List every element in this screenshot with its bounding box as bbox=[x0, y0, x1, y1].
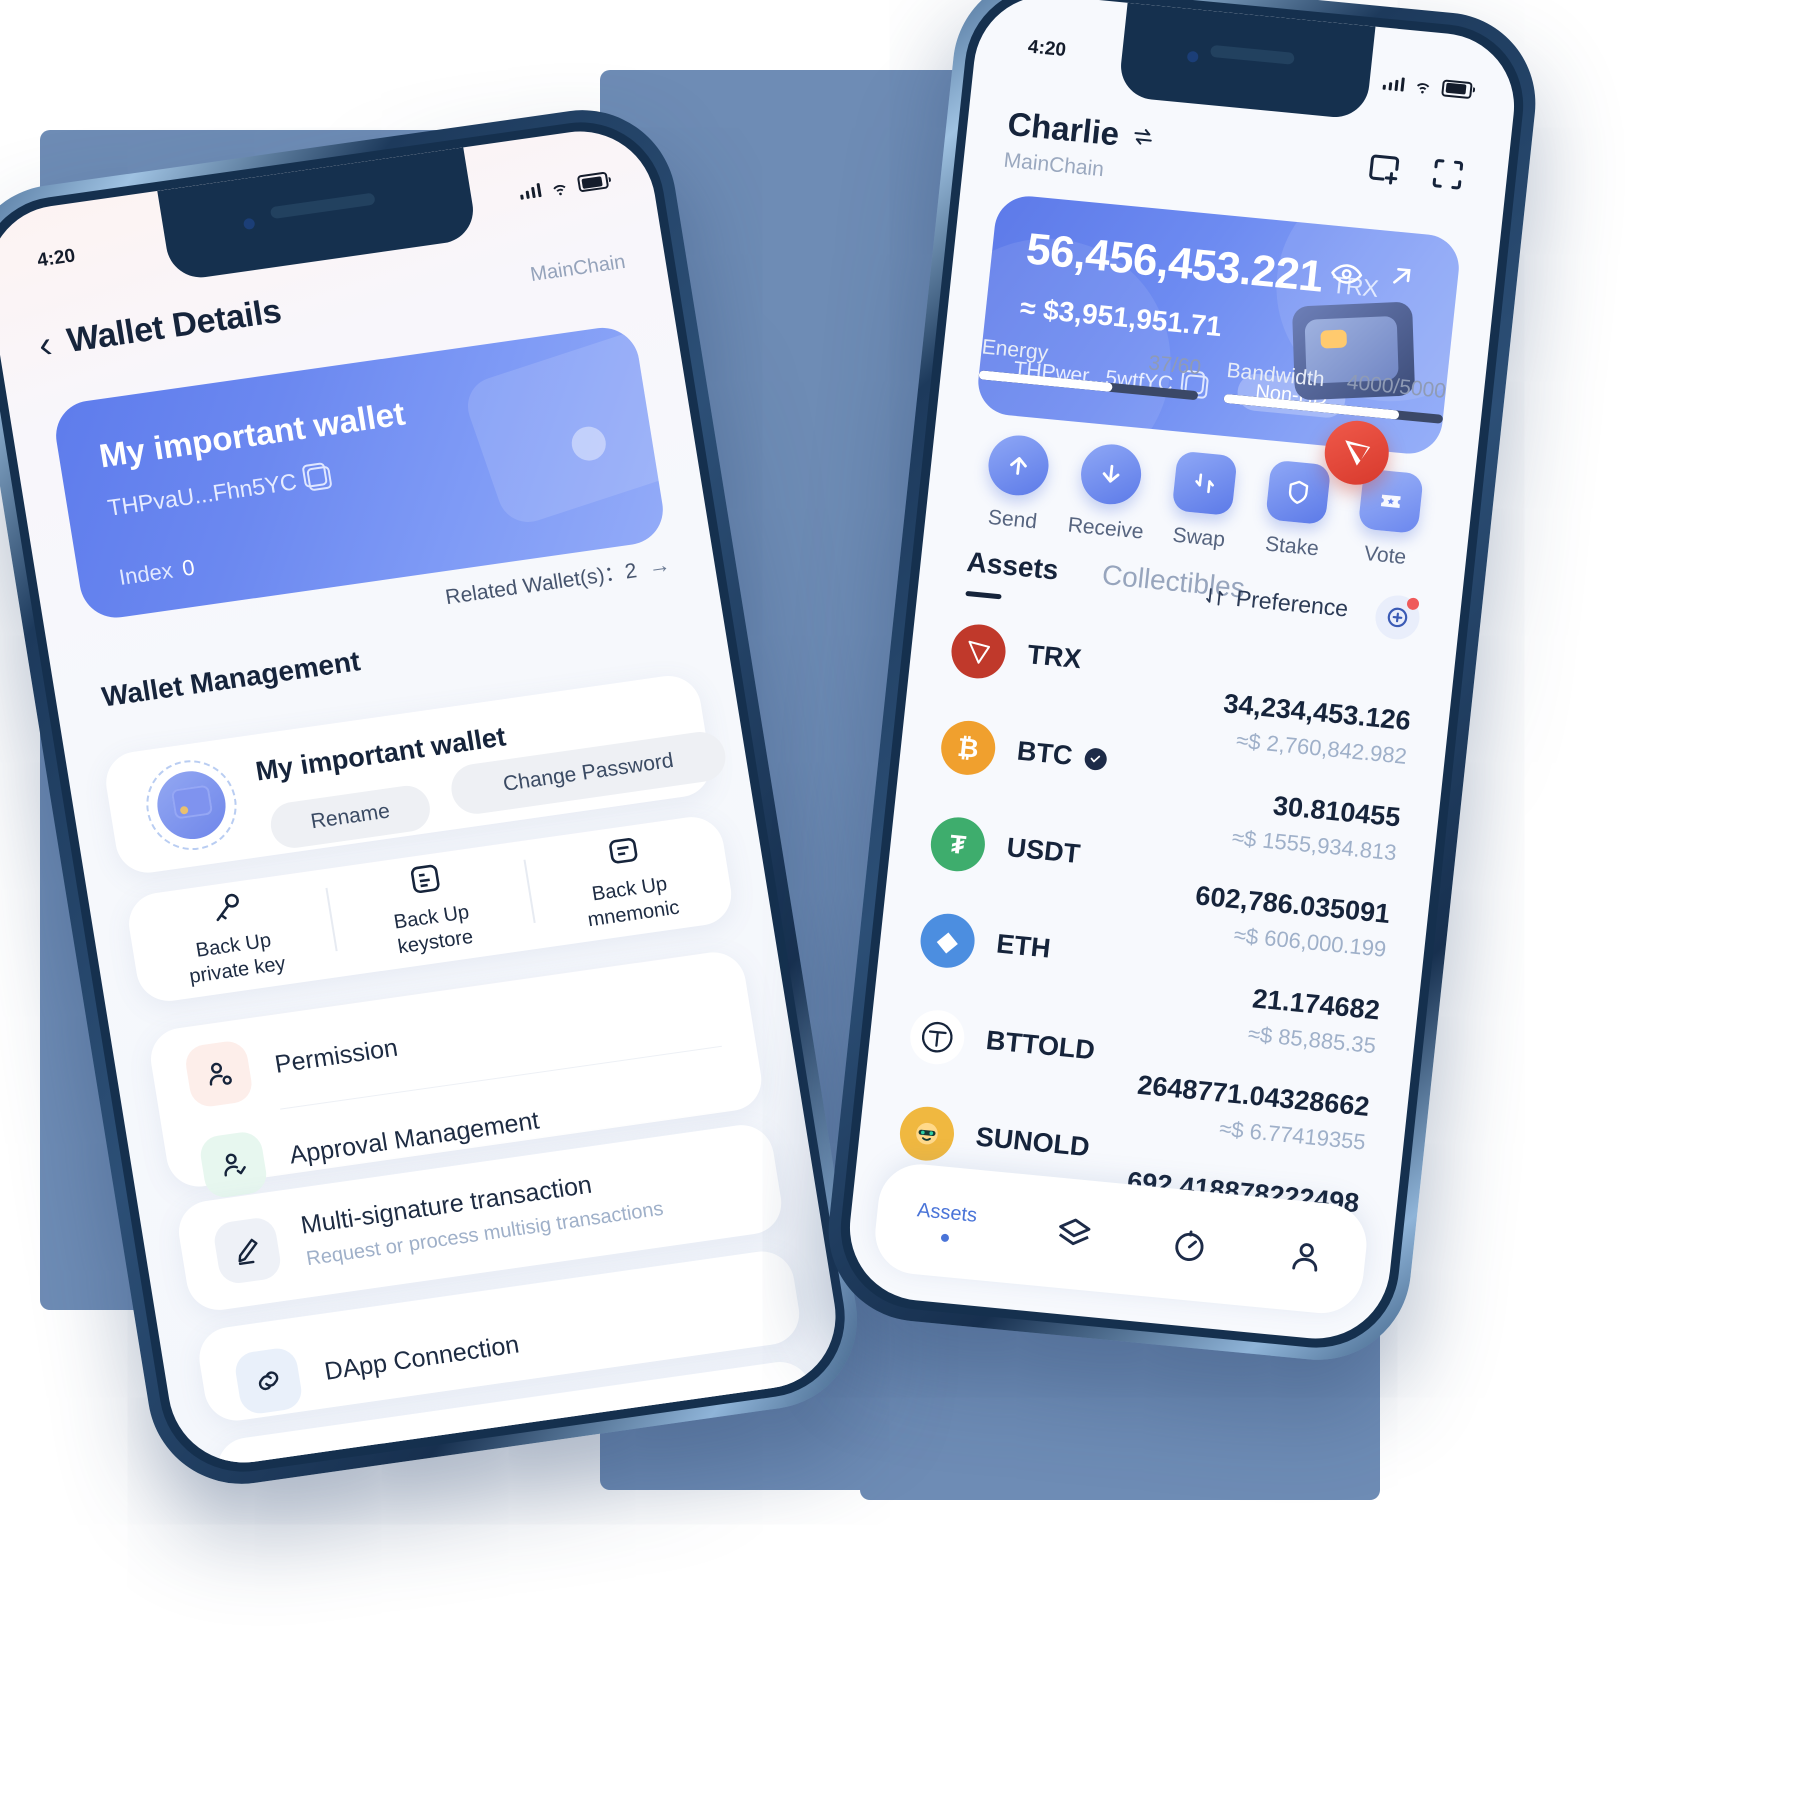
wallet-name: My important wallet bbox=[96, 394, 408, 475]
profile-icon bbox=[1292, 1243, 1318, 1272]
status-time: 4:20 bbox=[1026, 36, 1067, 62]
asset-list: TRX 34,234,453.126 ≈$ 2,760,842.982 ₿ BT… bbox=[893, 616, 1417, 1251]
asset-symbol: BTTOLD bbox=[984, 1025, 1097, 1066]
resource-used: 4000 bbox=[1345, 370, 1395, 398]
backup-keystore-button[interactable]: Back Up keystore bbox=[322, 841, 538, 977]
resource-label: Energy bbox=[980, 335, 1050, 365]
quick-action-label: Stake bbox=[1264, 532, 1320, 561]
sun-icon bbox=[897, 1104, 957, 1164]
wallet-index-value: 0 bbox=[180, 554, 197, 582]
backup-private-key-button[interactable]: Back Up private key bbox=[124, 869, 340, 1005]
asset-symbol: SUNOLD bbox=[974, 1121, 1092, 1163]
battery-icon bbox=[576, 171, 610, 193]
section-title: Wallet Management bbox=[99, 645, 363, 713]
bitcoin-icon: ₿ bbox=[938, 718, 998, 778]
preference-button[interactable]: Preference bbox=[1203, 582, 1350, 623]
back-button[interactable]: ‹ bbox=[36, 323, 55, 366]
arrow-right-icon: → bbox=[646, 551, 673, 580]
switch-account-icon[interactable] bbox=[1130, 124, 1156, 150]
nav-item-assets[interactable]: Assets bbox=[914, 1199, 978, 1245]
quick-action-receive[interactable]: Receive bbox=[1058, 440, 1161, 545]
add-wallet-icon[interactable] bbox=[1363, 147, 1405, 188]
status-time: 4:20 bbox=[35, 245, 77, 272]
battery-icon bbox=[1441, 79, 1473, 99]
asset-symbol: BTC bbox=[1015, 736, 1108, 775]
asset-symbol: ETH bbox=[994, 928, 1052, 964]
nav-item-discover[interactable] bbox=[1169, 1225, 1211, 1266]
resource-used: 37 bbox=[1147, 351, 1174, 377]
wallet-index-label: Index bbox=[117, 557, 175, 591]
arrow-up-icon bbox=[985, 432, 1052, 498]
swap-icon bbox=[1171, 450, 1238, 516]
asset-amount: 602,786.035091 bbox=[1194, 880, 1392, 930]
tether-icon: ₮ bbox=[928, 815, 988, 874]
signal-icon bbox=[1382, 74, 1405, 92]
status-icons bbox=[1382, 72, 1473, 100]
quick-action-label: Vote bbox=[1363, 541, 1408, 569]
status-icons bbox=[518, 170, 610, 202]
link-icon bbox=[232, 1345, 305, 1416]
wallet-index: Index 0 bbox=[117, 555, 196, 591]
page-title: Wallet Details bbox=[64, 291, 284, 360]
account-switcher[interactable]: Charlie bbox=[1006, 105, 1157, 157]
quick-action-label: Swap bbox=[1171, 523, 1227, 552]
backup-mnemonic-button[interactable]: Back Up mnemonic bbox=[520, 812, 736, 948]
nav-item-layers[interactable] bbox=[1053, 1213, 1095, 1254]
keystore-icon bbox=[411, 865, 440, 894]
resource-value: 37/60 bbox=[1147, 352, 1202, 381]
chain-label: MainChain bbox=[528, 250, 627, 287]
bittorrent-icon bbox=[907, 1007, 968, 1067]
account-name: Charlie bbox=[1005, 104, 1122, 153]
menu-label: DApp Connection bbox=[322, 1330, 522, 1386]
wallet-address-text: THPvaU...Fhn5YC bbox=[105, 468, 299, 522]
quick-action-send[interactable]: Send bbox=[965, 431, 1068, 536]
key-icon bbox=[216, 894, 239, 922]
wallet-address[interactable]: THPvaU...Fhn5YC bbox=[106, 464, 334, 522]
tron-coin-icon bbox=[948, 622, 1009, 681]
tab-assets[interactable]: Assets bbox=[965, 546, 1060, 587]
resource-total: /60 bbox=[1170, 353, 1203, 380]
approval-icon bbox=[197, 1129, 270, 1200]
menu-label: Permission bbox=[272, 1034, 400, 1080]
copy-icon[interactable] bbox=[306, 465, 334, 492]
wifi-icon bbox=[1416, 83, 1430, 94]
verified-badge-icon bbox=[1083, 746, 1108, 771]
nav-item-profile[interactable] bbox=[1286, 1236, 1328, 1277]
external-link-icon[interactable] bbox=[1384, 259, 1419, 294]
header-actions bbox=[1363, 139, 1469, 195]
shield-icon bbox=[1264, 459, 1331, 525]
mnemonic-icon bbox=[609, 838, 638, 864]
pencil-icon bbox=[211, 1216, 284, 1287]
asset-amount: 30.810455 bbox=[1271, 790, 1402, 833]
add-token-badge bbox=[1406, 597, 1420, 611]
quick-action-label: Send bbox=[986, 505, 1039, 534]
discover-icon bbox=[1175, 1230, 1205, 1262]
permission-icon bbox=[183, 1038, 255, 1109]
asset-symbol: TRX bbox=[1025, 639, 1083, 675]
quick-action-label: Receive bbox=[1066, 513, 1145, 544]
layers-icon bbox=[1058, 1218, 1090, 1246]
signal-icon bbox=[518, 182, 542, 201]
wallet-avatar-icon bbox=[139, 754, 244, 857]
wifi-icon bbox=[553, 184, 566, 196]
rename-button[interactable]: Rename bbox=[267, 782, 434, 851]
scan-qr-icon[interactable] bbox=[1427, 153, 1469, 194]
add-token-icon[interactable] bbox=[1373, 593, 1422, 642]
card-gloss bbox=[459, 323, 669, 531]
ethereum-icon: ◆ bbox=[917, 911, 978, 971]
quick-action-swap[interactable]: Swap bbox=[1151, 449, 1254, 554]
asset-amount: 2648771.04328662 bbox=[1136, 1069, 1371, 1122]
eye-icon[interactable] bbox=[1328, 256, 1365, 293]
asset-amount: 21.174682 bbox=[1250, 983, 1382, 1026]
sort-icon bbox=[1206, 588, 1224, 606]
nav-label: Assets bbox=[916, 1199, 979, 1227]
tron-glyph bbox=[1345, 439, 1371, 466]
wallet-home-screen: 4:20 Charlie MainChain 56,456,453.221 TR… bbox=[842, 0, 1522, 1346]
preference-label: Preference bbox=[1234, 585, 1350, 622]
scene: 4:20 ‹ Wallet Details MainChain My impor… bbox=[0, 0, 1800, 1800]
resource-total: /5000 bbox=[1392, 375, 1447, 404]
asset-symbol: USDT bbox=[1005, 832, 1082, 870]
nav-active-dot bbox=[940, 1233, 949, 1243]
arrow-down-icon bbox=[1078, 441, 1145, 507]
